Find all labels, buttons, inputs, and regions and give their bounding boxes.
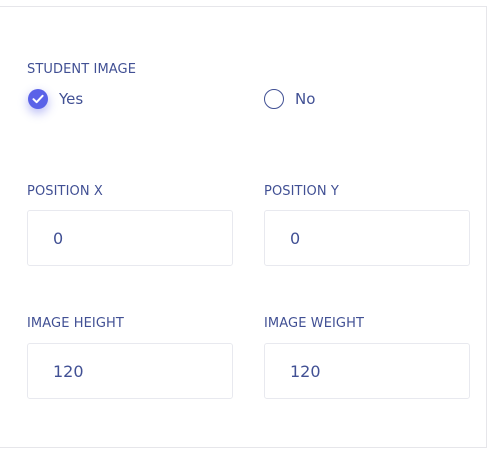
position-y-field[interactable] xyxy=(264,210,470,266)
image-height-field[interactable] xyxy=(27,343,233,399)
position-y-input[interactable] xyxy=(290,211,460,265)
image-height-label: IMAGE HEIGHT xyxy=(27,316,124,331)
position-x-label: POSITION X xyxy=(27,184,103,199)
radio-no[interactable]: No xyxy=(264,89,315,109)
radio-no-label: No xyxy=(295,90,316,108)
image-weight-input[interactable] xyxy=(290,344,460,398)
image-weight-field[interactable] xyxy=(264,343,470,399)
settings-panel: STUDENT IMAGE Yes No POSITION X POSITION… xyxy=(0,6,487,448)
page: STUDENT IMAGE Yes No POSITION X POSITION… xyxy=(0,0,495,457)
radio-yes[interactable]: Yes xyxy=(28,89,83,109)
position-x-input[interactable] xyxy=(53,211,223,265)
check-icon[interactable] xyxy=(28,89,48,109)
radio-unchecked-icon[interactable] xyxy=(264,89,284,109)
student-image-label: STUDENT IMAGE xyxy=(27,62,137,77)
position-x-field[interactable] xyxy=(27,210,233,266)
image-height-input[interactable] xyxy=(53,344,223,398)
position-y-label: POSITION Y xyxy=(264,184,339,199)
image-weight-label: IMAGE WEIGHT xyxy=(264,316,365,331)
radio-yes-label: Yes xyxy=(59,90,84,108)
